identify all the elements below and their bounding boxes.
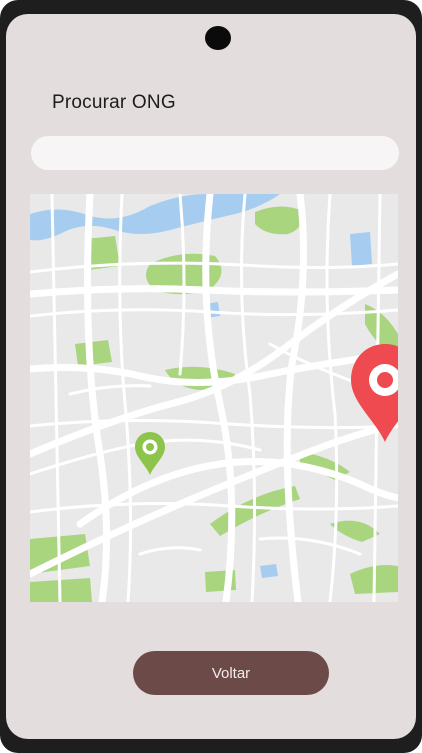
pond-south-shape bbox=[260, 564, 278, 578]
search-input[interactable] bbox=[31, 136, 399, 170]
back-button[interactable]: Voltar bbox=[133, 651, 329, 695]
front-camera bbox=[205, 26, 231, 50]
app-screen: Procurar ONG Voltar bbox=[6, 14, 416, 739]
map-graphic bbox=[30, 194, 398, 602]
page-title: Procurar ONG bbox=[52, 92, 176, 113]
phone-frame: Procurar ONG Voltar bbox=[0, 0, 422, 753]
pond-shape bbox=[350, 232, 372, 266]
map-view[interactable] bbox=[30, 194, 398, 602]
park-west bbox=[75, 340, 112, 366]
